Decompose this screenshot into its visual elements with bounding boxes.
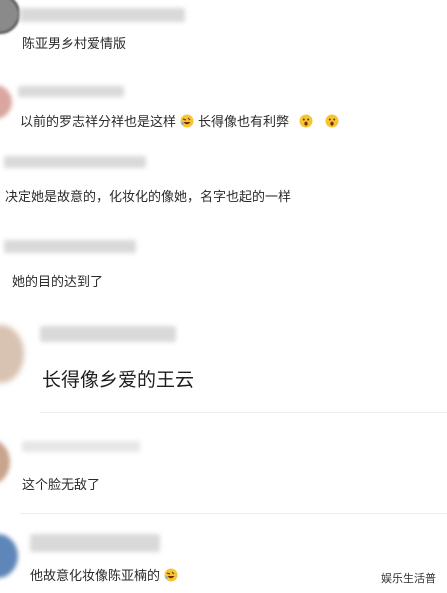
rofl-emoji-icon [164,568,178,582]
comment-text-part: 他故意化妆像陈亚楠的 [30,569,161,584]
comment-text-part: 长得像也有利弊 [198,115,290,130]
avatar[interactable] [0,440,10,484]
avatar[interactable] [0,325,24,383]
divider [20,513,447,514]
comment-feed: 陈亚男乡村爱情版 以前的罗志祥分祥也是这样 长得像也有利弊 决定她是故意的，化妆化… [0,0,447,593]
watermark: 娱乐生活普 [381,572,436,585]
blurred-username [4,240,136,253]
blurred-username [18,86,124,97]
astonished-emoji-icon [299,114,313,128]
blurred-username [20,8,185,22]
divider [40,412,447,413]
avatar[interactable] [0,534,18,578]
comment-text: 她的目的达到了 [12,275,104,290]
astonished-emoji-icon [325,114,339,128]
comment-text: 以前的罗志祥分祥也是这样 长得像也有利弊 [20,114,343,131]
avatar[interactable] [0,0,20,34]
blurred-username [4,156,146,168]
blurred-username [40,326,176,342]
rofl-emoji-icon [180,114,194,128]
blurred-username [22,441,140,452]
comment-text: 这个脸无敌了 [22,478,101,493]
blurred-username [30,534,160,552]
comment-text: 决定她是故意的，化妆化的像她，名字也起的一样 [5,190,292,205]
comment-text-part: 以前的罗志祥分祥也是这样 [20,115,177,130]
avatar[interactable] [0,85,12,119]
comment-text: 陈亚男乡村爱情版 [22,37,127,52]
comment-text: 长得像乡爱的王云 [42,369,195,391]
comment-text: 他故意化妆像陈亚楠的 [30,568,182,585]
